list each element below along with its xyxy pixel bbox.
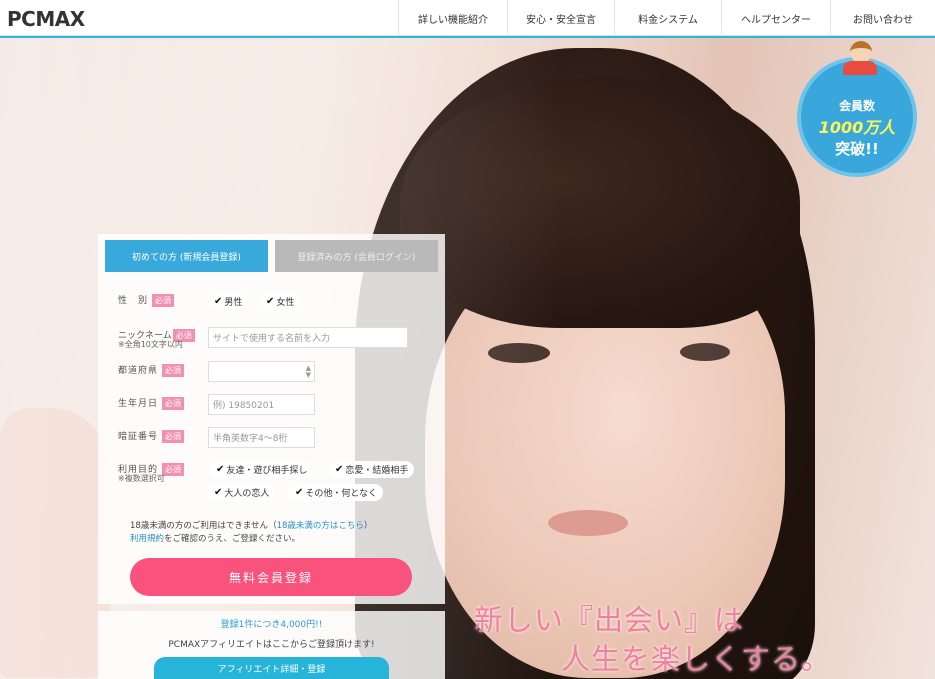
site-header: PCMAX 詳しい機能紹介 安心・安全宣言 料金システム ヘルプセンター お問い…	[0, 0, 935, 36]
nickname-input[interactable]: サイトで使用する名前を入力	[208, 327, 408, 348]
pin-label: 暗証番号 必須	[118, 429, 185, 443]
header-accent-line	[0, 36, 935, 38]
pin-input[interactable]: 半角英数字4〜8桁	[208, 427, 315, 448]
purpose-option-friends[interactable]: ✔ 友達・遊び相手探し	[210, 461, 314, 478]
hero-tagline-1: 新しい『出会い』は	[474, 603, 745, 637]
terms-notice: 利用規約をご確認のうえ、ご登録ください。	[130, 534, 301, 544]
badge-line-1: 会員数	[838, 99, 875, 113]
prefecture-select[interactable]: ▲ ▼	[208, 361, 315, 382]
check-icon: ✔	[335, 464, 344, 475]
birthday-input[interactable]: 例) 19850201	[208, 394, 315, 415]
check-icon: ✔	[266, 296, 275, 307]
badge-line-3: 突破!!	[835, 140, 879, 158]
required-badge: 必須	[162, 364, 185, 377]
tab-new-registration[interactable]: 初めての方 (新規会員登録)	[105, 240, 268, 272]
nav-pricing[interactable]: 料金システム	[614, 0, 721, 36]
nav-safety[interactable]: 安心・安全宣言	[507, 0, 614, 36]
top-nav: 詳しい機能紹介 安心・安全宣言 料金システム ヘルプセンター お問い合わせ	[398, 0, 935, 36]
gender-option-male[interactable]: ✔ 男性	[208, 293, 249, 310]
check-icon: ✔	[214, 487, 223, 498]
affiliate-description: PCMAXアフィリエイトはここからご登録頂けます!	[168, 640, 375, 650]
check-icon: ✔	[295, 487, 304, 498]
affiliate-box: 登録1件につき4,000円!! PCMAXアフィリエイトはここからご登録頂けます…	[98, 611, 445, 679]
nav-features[interactable]: 詳しい機能紹介	[398, 0, 507, 36]
required-badge: 必須	[162, 430, 185, 443]
purpose-note: ※複数選択可	[118, 474, 165, 483]
free-register-button[interactable]: 無料会員登録	[130, 558, 412, 596]
under18-link[interactable]: 18歳未満の方はこちら	[277, 521, 364, 531]
required-badge: 必須	[162, 463, 185, 476]
purpose-option-adult-partner[interactable]: ✔ 大人の恋人	[208, 484, 276, 501]
nav-contact[interactable]: お問い合わせ	[830, 0, 935, 36]
members-badge: 会員数 1000万人 突破!!	[797, 41, 917, 177]
affiliate-details-button[interactable]: アフィリエイト詳細・登録	[154, 657, 389, 679]
terms-link[interactable]: 利用規約	[130, 534, 164, 544]
check-icon: ✔	[214, 296, 223, 307]
mascot-icon	[841, 41, 879, 77]
tab-member-login[interactable]: 登録済みの方 (会員ログイン)	[275, 240, 438, 272]
select-arrows-icon: ▲ ▼	[305, 364, 311, 379]
required-badge: 必須	[152, 294, 175, 307]
age-notice: 18歳未満の方のご利用はできません（18歳未満の方はこちら）	[130, 521, 373, 531]
nickname-note: ※全角10文字以内	[118, 340, 183, 349]
purpose-option-romance[interactable]: ✔ 恋愛・結婚相手	[329, 461, 415, 478]
prefecture-label: 都道府県 必須	[118, 363, 185, 377]
registration-form: 初めての方 (新規会員登録) 登録済みの方 (会員ログイン) 性 別必須 ✔ 男性…	[98, 234, 445, 604]
required-badge: 必須	[162, 397, 185, 410]
badge-line-2: 1000万人	[818, 118, 896, 137]
birthday-label: 生年月日 必須	[118, 396, 185, 410]
gender-option-female[interactable]: ✔ 女性	[260, 293, 301, 310]
check-icon: ✔	[216, 464, 225, 475]
purpose-option-other[interactable]: ✔ その他・何となく	[289, 484, 384, 501]
pcmax-logo[interactable]: PCMAX	[7, 7, 85, 31]
gender-label: 性 別必須	[118, 293, 175, 307]
hero-tagline-2: 人生を楽しくする。	[561, 642, 832, 676]
affiliate-reward-text: 登録1件につき4,000円!!	[220, 620, 323, 630]
nav-help[interactable]: ヘルプセンター	[721, 0, 830, 36]
